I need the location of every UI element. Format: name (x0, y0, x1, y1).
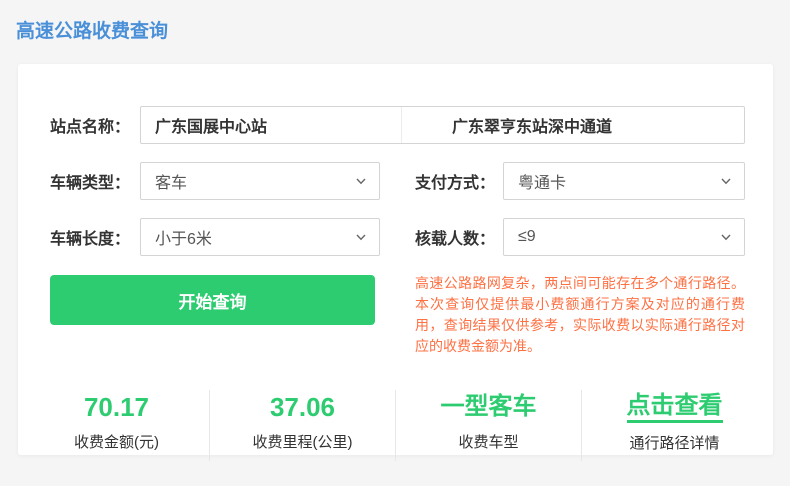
toll-amount-value: 70.17 (83, 392, 150, 422)
passenger-capacity-select[interactable]: ≤9 (503, 218, 745, 256)
length-capacity-row: 车辆长度： 小于6米 核载人数： ≤9 (50, 218, 745, 256)
vehicle-length-value: 小于6米 (155, 231, 212, 248)
station-row: 站点名称： (50, 106, 745, 144)
payment-method-value: 粤通卡 (518, 175, 567, 192)
result-toll-amount: 70.17 收费金额(元) (24, 390, 209, 461)
start-query-button[interactable]: 开始查询 (50, 275, 375, 325)
station-name-label: 站点名称： (50, 119, 131, 136)
view-route-link[interactable]: 点击查看 (626, 392, 723, 423)
toll-mileage-label: 收费里程(公里) (252, 434, 353, 451)
payment-method-select[interactable]: 粤通卡 (503, 162, 745, 200)
chevron-down-icon (355, 175, 367, 187)
toll-mileage-value: 37.06 (269, 392, 336, 422)
result-toll-mileage: 37.06 收费里程(公里) (209, 390, 395, 461)
station-inputs-box (140, 106, 745, 144)
vehicle-payment-row: 车辆类型： 客车 支付方式： 粤通卡 (50, 162, 745, 200)
route-details-label: 通行路径详情 (629, 435, 720, 452)
page-title: 高速公路收费查询 (16, 21, 169, 42)
vehicle-type-value: 客车 (155, 175, 188, 192)
vehicle-type-label: 车辆类型： (50, 175, 131, 192)
passenger-capacity-value: ≤9 (518, 228, 536, 245)
query-card: 站点名称： 车辆类型： 客车 支付方式： 粤通卡 (18, 64, 773, 461)
results-row: 70.17 收费金额(元) 37.06 收费里程(公里) 一型客车 收费车型 点… (18, 390, 773, 461)
query-form: 站点名称： 车辆类型： 客车 支付方式： 粤通卡 (18, 64, 773, 357)
vehicle-class-value: 一型客车 (440, 393, 537, 420)
passenger-capacity-label: 核载人数： (415, 231, 496, 248)
chevron-down-icon (720, 231, 732, 243)
vehicle-type-select[interactable]: 客车 (140, 162, 380, 200)
start-station-input[interactable] (141, 107, 401, 143)
chevron-down-icon (355, 231, 367, 243)
vehicle-length-label: 车辆长度： (50, 231, 131, 248)
payment-method-label: 支付方式： (415, 175, 496, 192)
chevron-down-icon (720, 175, 732, 187)
action-row: 开始查询 高速公路路网复杂，两点间可能存在多个通行路径。本次查询仅提供最小费额通… (50, 275, 745, 357)
vehicle-class-label: 收费车型 (458, 434, 519, 451)
toll-amount-label: 收费金额(元) (74, 434, 159, 451)
vehicle-length-select[interactable]: 小于6米 (140, 218, 380, 256)
end-station-input[interactable] (401, 107, 744, 143)
notice-text: 高速公路路网复杂，两点间可能存在多个通行路径。本次查询仅提供最小费额通行方案及对… (415, 275, 745, 354)
result-vehicle-class: 一型客车 收费车型 (395, 390, 581, 461)
highway-toll-query-page: 高速公路收费查询 站点名称： 车辆类型： 客车 支付方 (0, 0, 790, 486)
result-route-details: 点击查看 通行路径详情 (581, 390, 767, 461)
